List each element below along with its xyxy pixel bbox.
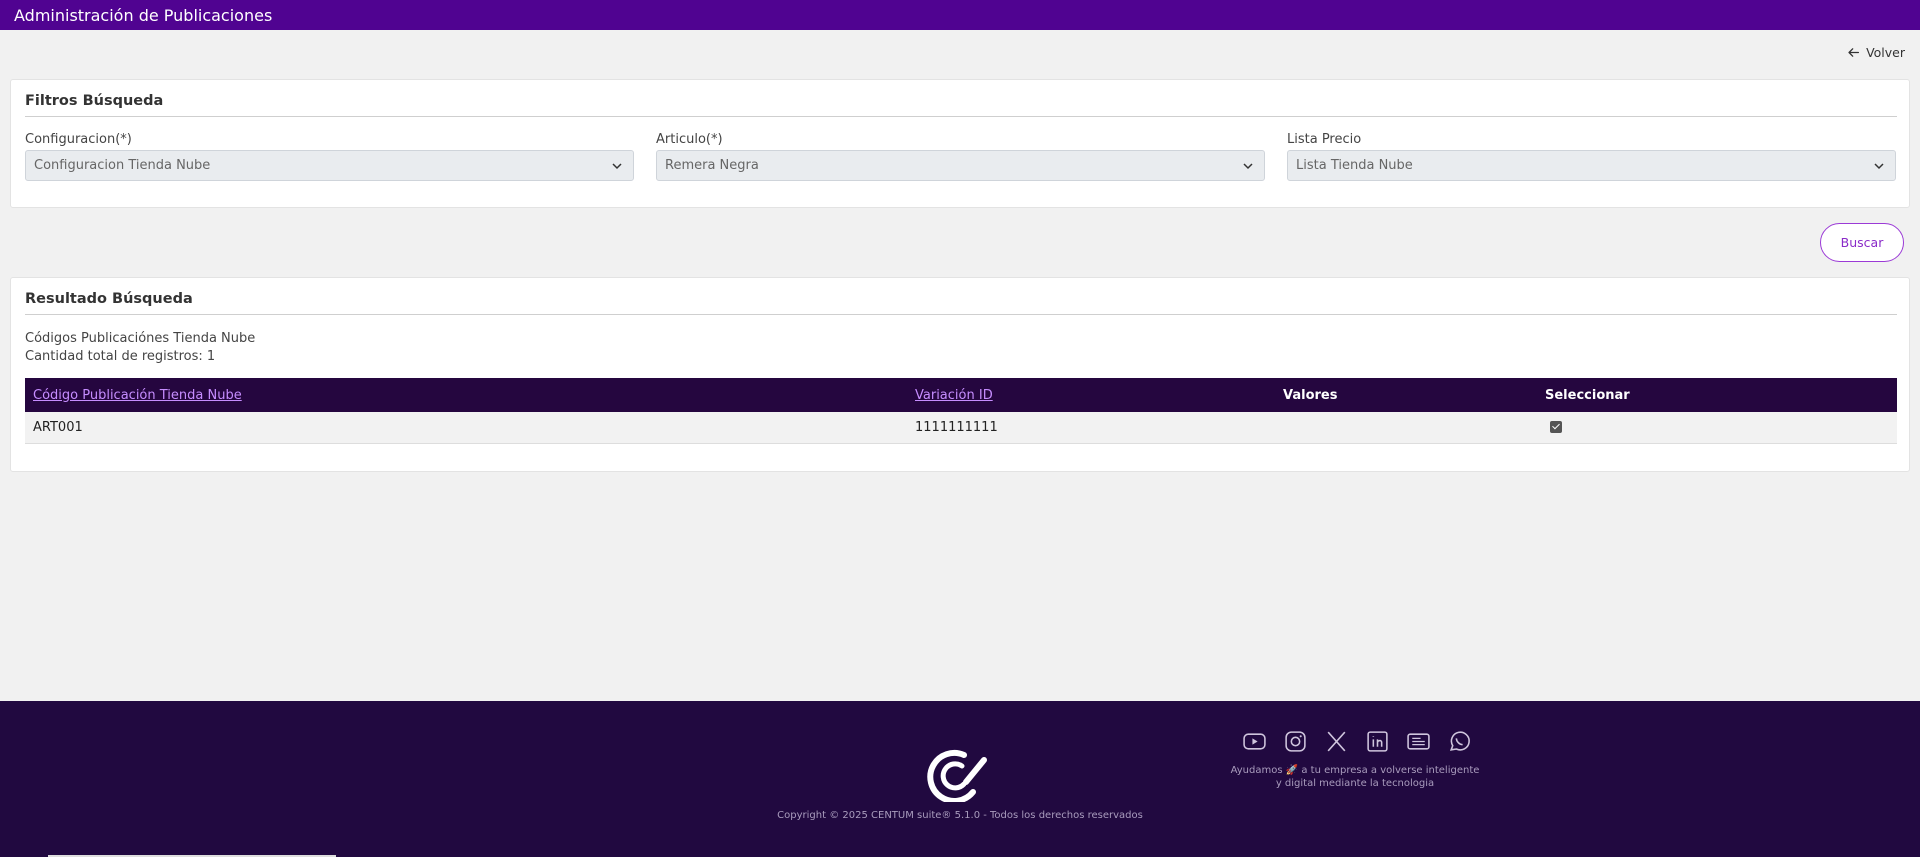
news-icon[interactable] xyxy=(1406,729,1431,754)
chevron-down-icon xyxy=(1243,162,1253,169)
youtube-icon[interactable] xyxy=(1242,729,1267,754)
back-label: Volver xyxy=(1866,45,1905,60)
instagram-icon[interactable] xyxy=(1283,729,1308,754)
select-checkbox[interactable] xyxy=(1550,421,1562,434)
search-button[interactable]: Buscar xyxy=(1820,223,1904,262)
centum-logo-icon xyxy=(927,750,987,802)
filters-card: Filtros Búsqueda Configuracion(*) Config… xyxy=(10,79,1910,208)
column-header-variacion: Variación ID xyxy=(907,378,1275,412)
results-subtitle: Códigos Publicaciónes Tienda Nube xyxy=(25,331,256,346)
articulo-select[interactable]: Remera Negra xyxy=(656,150,1265,181)
results-table: Código Publicación Tienda Nube Variación… xyxy=(25,378,1897,444)
cell-seleccionar xyxy=(1537,412,1897,443)
configuracion-select[interactable]: Configuracion Tienda Nube xyxy=(25,150,634,181)
results-count: Cantidad total de registros: 1 xyxy=(25,349,216,364)
filters-title: Filtros Búsqueda xyxy=(25,93,1897,117)
sort-variacion-link[interactable]: Variación ID xyxy=(915,388,993,403)
configuracion-field: Configuracion(*) Configuracion Tienda Nu… xyxy=(25,132,634,181)
column-header-valores: Valores xyxy=(1283,387,1338,403)
linkedin-icon[interactable] xyxy=(1365,729,1390,754)
chevron-down-icon xyxy=(612,162,622,169)
page-title: Administración de Publicaciones xyxy=(14,5,273,25)
copyright-text: Copyright © 2025 CENTUM suite® 5.1.0 - T… xyxy=(777,810,1143,821)
lista-precio-label: Lista Precio xyxy=(1287,132,1362,147)
x-icon[interactable] xyxy=(1324,729,1349,754)
configuracion-value: Configuracion Tienda Nube xyxy=(34,158,211,173)
lista-precio-value: Lista Tienda Nube xyxy=(1296,158,1413,173)
cell-variacion: 1111111111 xyxy=(915,419,998,435)
whatsapp-icon[interactable] xyxy=(1447,729,1472,754)
articulo-label: Articulo(*) xyxy=(656,132,723,147)
app-header: Administración de Publicaciones xyxy=(0,0,1920,30)
articulo-value: Remera Negra xyxy=(665,158,759,173)
back-button[interactable]: Volver xyxy=(1847,45,1905,60)
lista-precio-field: Lista Precio Lista Tienda Nube xyxy=(1287,132,1896,181)
arrow-left-icon xyxy=(1848,48,1860,57)
column-header-seleccionar: Seleccionar xyxy=(1545,387,1630,403)
results-meta: Códigos Publicaciónes Tienda Nube Cantid… xyxy=(25,330,255,366)
cell-valores xyxy=(1275,412,1537,443)
social-links xyxy=(1242,729,1472,754)
configuracion-label: Configuracion(*) xyxy=(25,132,132,147)
column-header-codigo: Código Publicación Tienda Nube xyxy=(25,378,907,412)
chevron-down-icon xyxy=(1874,162,1884,169)
tagline-line-1: Ayudamos 🚀 a tu empresa a volverse intel… xyxy=(1230,765,1480,776)
table-header-row: Código Publicación Tienda Nube Variación… xyxy=(25,378,1897,412)
tagline: Ayudamos 🚀 a tu empresa a volverse intel… xyxy=(1220,764,1490,790)
footer: Copyright © 2025 CENTUM suite® 5.1.0 - T… xyxy=(0,701,1920,857)
cell-codigo: ART001 xyxy=(33,419,83,435)
table-row: ART001 1111111111 xyxy=(25,412,1897,443)
tagline-line-2: y digital mediante la tecnologia xyxy=(1275,778,1435,789)
results-card: Resultado Búsqueda Códigos Publicaciónes… xyxy=(10,277,1910,472)
articulo-field: Articulo(*) Remera Negra xyxy=(656,132,1265,181)
sort-codigo-link[interactable]: Código Publicación Tienda Nube xyxy=(33,388,242,403)
results-title: Resultado Búsqueda xyxy=(25,291,1897,315)
lista-precio-select[interactable]: Lista Tienda Nube xyxy=(1287,150,1896,181)
